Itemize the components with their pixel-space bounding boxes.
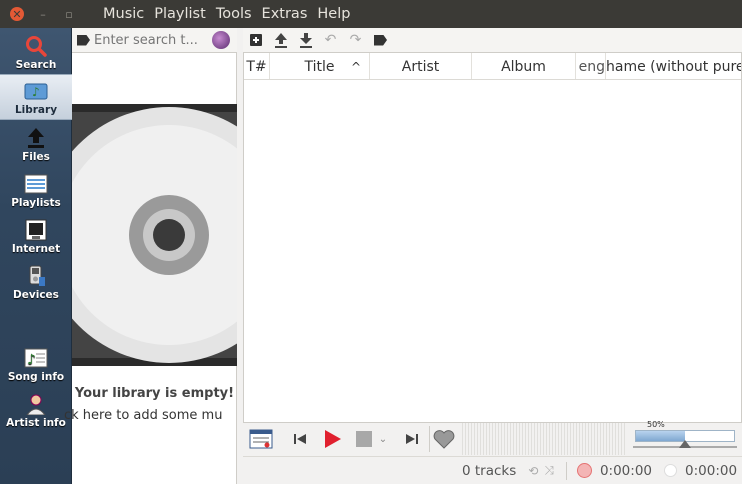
sidebar-item-label: Devices (13, 289, 59, 301)
redo-button[interactable]: ↷ (343, 28, 368, 53)
add-music-link[interactable]: ck here to add some mu (64, 408, 239, 423)
undo-button[interactable]: ↶ (318, 28, 343, 53)
sidebar-item-label: Files (22, 151, 50, 163)
title-menu-bar: ✕ – ▫ Music Playlist Tools Extras Help (0, 0, 742, 28)
heart-icon (433, 430, 455, 449)
svg-text:♪: ♪ (27, 352, 36, 368)
clear-filter-icon (374, 34, 387, 46)
sidebar-item-label: Artist info (6, 417, 66, 429)
window-minimize-button[interactable]: – (36, 7, 50, 21)
plus-box-icon (249, 34, 262, 46)
chevron-down-icon: ⌄ (378, 433, 388, 445)
play-icon (325, 430, 341, 448)
play-button[interactable] (319, 426, 345, 452)
previous-track-button[interactable] (287, 426, 313, 452)
playlist-table[interactable]: T# Title ^ Artist Album eng hame (withou… (243, 53, 742, 423)
column-title-label: Title (304, 58, 335, 75)
window-close-button[interactable]: ✕ (10, 7, 24, 21)
scrobble-lastfm-icon[interactable] (576, 463, 592, 478)
column-title[interactable]: Title ^ (270, 53, 370, 79)
playlist-view-button[interactable] (247, 426, 275, 452)
save-playlist-button[interactable] (293, 28, 318, 53)
empty-library-title: Your library is empty! (74, 386, 235, 401)
redo-icon: ↷ (349, 32, 362, 48)
visualization-analyzer[interactable] (462, 423, 626, 455)
library-panel: Your library is empty! ck here to add so… (64, 28, 237, 484)
sidebar-item-song-info[interactable]: ♪ Song info (0, 340, 72, 386)
sort-ascending-icon: ^ (350, 59, 361, 74)
sidebar-item-label: Playlists (11, 197, 61, 209)
sidebar-item-playlists[interactable]: Playlists (0, 166, 72, 212)
column-artist[interactable]: Artist (370, 53, 472, 79)
status-separator (565, 461, 567, 480)
song-info-icon: ♪ (24, 347, 48, 369)
track-count: 0 tracks (462, 462, 517, 479)
sidebar-item-files[interactable]: Files (0, 120, 72, 166)
svg-text:♪: ♪ (32, 85, 40, 99)
library-search-bar (72, 28, 237, 53)
sidebar-item-internet[interactable]: Internet (0, 212, 72, 258)
sidebar: Search ♪ Library Files Playlists Interne… (0, 28, 72, 484)
search-icon (24, 35, 48, 57)
love-track-button[interactable] (431, 426, 457, 452)
playlist-window-icon (249, 429, 273, 449)
new-playlist-button[interactable] (243, 28, 268, 53)
skip-back-icon (294, 434, 306, 444)
sidebar-item-label: Search (15, 59, 57, 71)
empty-library-cd-image[interactable] (72, 104, 237, 366)
playlist-header: T# Title ^ Artist Album eng hame (withou… (244, 53, 741, 80)
status-bar: 0 tracks ⟲ ⤨ 0:00:00 0:00:00 (243, 456, 742, 484)
volume-percent-label: 50% (647, 420, 665, 429)
menu-tools[interactable]: Tools (211, 6, 257, 22)
load-playlist-button[interactable] (268, 28, 293, 53)
column-album[interactable]: Album (472, 53, 576, 79)
clear-search-icon[interactable] (77, 34, 90, 46)
devices-icon (24, 265, 48, 287)
sidebar-item-library[interactable]: ♪ Library (0, 74, 72, 120)
menu-extras[interactable]: Extras (257, 6, 313, 22)
column-filename[interactable]: hame (without pure (606, 53, 741, 79)
sidebar-item-label: Internet (11, 243, 61, 255)
volume-slider-handle[interactable] (679, 440, 691, 448)
main-menu: Music Playlist Tools Extras Help (98, 6, 355, 22)
skip-forward-icon (406, 434, 418, 444)
volume-control[interactable]: 50% (633, 420, 742, 455)
internet-icon (24, 219, 48, 241)
stop-options-button[interactable]: ⌄ (377, 426, 389, 452)
total-time: 0:00:00 (685, 462, 738, 479)
next-track-button[interactable] (399, 426, 425, 452)
menu-help[interactable]: Help (312, 6, 355, 22)
library-options-icon[interactable] (212, 31, 230, 49)
sidebar-item-label: Song info (7, 371, 65, 383)
library-icon: ♪ (24, 80, 48, 102)
window-maximize-button[interactable]: ▫ (62, 7, 76, 21)
undo-icon: ↶ (324, 32, 337, 48)
stop-button[interactable] (351, 426, 377, 452)
shuffle-mode-icon[interactable]: ⤨ (544, 463, 554, 478)
sidebar-item-label: Library (14, 104, 58, 116)
download-icon (299, 33, 312, 48)
repeat-mode-icon[interactable]: ⟲ (528, 464, 538, 478)
upload-icon (274, 33, 287, 48)
playlist-toolbar: ↶ ↷ (243, 28, 742, 53)
column-length[interactable]: eng (576, 53, 606, 79)
player-separator (429, 426, 430, 452)
artist-info-icon (24, 393, 48, 415)
clear-playlist-filter-button[interactable] (368, 28, 393, 53)
playlists-icon (24, 173, 48, 195)
menu-playlist[interactable]: Playlist (149, 6, 211, 22)
files-icon (24, 127, 48, 149)
menu-music[interactable]: Music (98, 6, 149, 22)
column-track-number[interactable]: T# (244, 53, 270, 79)
sidebar-item-devices[interactable]: Devices (0, 258, 72, 304)
sidebar-item-artist-info[interactable]: Artist info (0, 386, 72, 432)
sidebar-item-search[interactable]: Search (0, 28, 72, 74)
player-controls: ⌄ 50% (243, 420, 742, 455)
progress-indicator-icon (664, 464, 677, 477)
elapsed-time: 0:00:00 (599, 462, 652, 479)
stop-icon (356, 431, 372, 447)
library-search-input[interactable] (94, 32, 206, 48)
volume-fill (636, 431, 685, 441)
